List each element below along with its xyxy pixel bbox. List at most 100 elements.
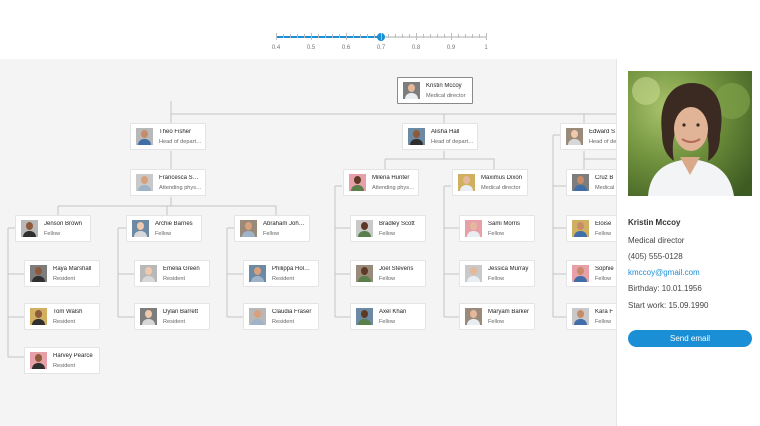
avatar <box>356 308 373 325</box>
node-title: Head of departm... <box>431 139 474 145</box>
org-node-maryam[interactable]: Maryam Barker Fellow <box>459 303 535 330</box>
org-node-claudia[interactable]: Claudia Fraser Resident <box>243 303 319 330</box>
zoom-major-tick <box>416 33 417 40</box>
zoom-minor-tick <box>374 34 375 38</box>
org-node-sami[interactable]: Sami Morris Fellow <box>459 215 535 242</box>
org-node-jenson[interactable]: Jenson Brown Fellow <box>15 215 91 242</box>
avatar <box>572 174 589 191</box>
zoom-minor-tick <box>339 34 340 38</box>
avatar-face <box>413 130 420 138</box>
zoom-minor-tick <box>304 34 305 38</box>
avatar-body <box>410 139 423 145</box>
zoom-slider[interactable]: 0.4 0.5 0.6 0.7 0.8 0.9 1 <box>266 26 496 56</box>
details-name: Kristin Mccoy <box>628 218 681 227</box>
avatar-body <box>32 363 45 369</box>
avatar <box>572 220 589 237</box>
avatar <box>21 220 38 237</box>
org-node-edward[interactable]: Edward S Head of de <box>560 123 616 150</box>
node-title: Fellow <box>488 276 505 282</box>
zoom-major-tick <box>311 33 312 40</box>
node-title: Fellow <box>595 276 612 282</box>
node-title: Attending physici... <box>159 185 202 191</box>
avatar-face <box>354 176 361 184</box>
node-name: Maryam Barker <box>488 309 530 315</box>
org-node-theo[interactable]: Theo Fisher Head of departm... <box>130 123 206 150</box>
zoom-minor-tick <box>332 34 333 38</box>
org-node-harvey[interactable]: Harvey Pearce Resident <box>24 347 100 374</box>
avatar <box>140 308 157 325</box>
node-title: Medical director <box>426 93 466 99</box>
avatar <box>403 82 420 99</box>
org-node-raya[interactable]: Raya Marshall Resident <box>24 260 100 287</box>
diagram-canvas[interactable]: Kristin Mccoy Medical director Theo Fisher… <box>0 59 616 426</box>
org-node-bradley[interactable]: Bradley Scott Fellow <box>350 215 426 242</box>
org-node-sophie[interactable]: Sophie Fellow <box>566 260 616 287</box>
org-node-jessica[interactable]: Jessica Murray Fellow <box>459 260 535 287</box>
avatar-face <box>470 222 477 230</box>
avatar-face <box>577 310 584 318</box>
node-name: Raya Marshall <box>53 266 92 272</box>
node-title: Fellow <box>44 231 61 237</box>
avatar-body <box>574 185 587 191</box>
org-node-emelia[interactable]: Emelia Green Resident <box>134 260 210 287</box>
org-node-kara[interactable]: Kara F Fellow <box>566 303 616 330</box>
avatar-face <box>245 222 252 230</box>
avatar-face <box>26 222 33 230</box>
avatar-body <box>138 185 151 191</box>
org-node-francesca[interactable]: Francesca Saued... Attending physici... <box>130 169 206 196</box>
org-node-tom[interactable]: Tom Walsh Resident <box>24 303 100 330</box>
node-name: Maximus Dixon <box>481 175 523 181</box>
avatar-face <box>571 130 578 138</box>
node-title: Medical d <box>595 185 616 191</box>
org-node-alisha[interactable]: Alisha Hall Head of departm... <box>402 123 478 150</box>
details-email-link[interactable]: kmccoy@gmail.com <box>628 268 700 277</box>
org-node-axel[interactable]: Axel Khan Fellow <box>350 303 426 330</box>
org-node-abraham[interactable]: Abraham Johnst... Fellow <box>234 215 310 242</box>
avatar-body <box>142 319 155 325</box>
org-node-eloise[interactable]: Eloise Fellow <box>566 215 616 242</box>
send-email-button[interactable]: Send email <box>628 330 752 347</box>
org-node-dylan[interactable]: Dylan Barrett Resident <box>134 303 210 330</box>
org-node-maximus[interactable]: Maximus Dixon Medical director <box>452 169 528 196</box>
avatar <box>30 308 47 325</box>
zoom-minor-tick <box>479 34 480 38</box>
org-node-joel[interactable]: Joel Stevens Fellow <box>350 260 426 287</box>
avatar-body <box>251 276 264 282</box>
avatar-face <box>577 267 584 275</box>
avatar-face <box>141 176 148 184</box>
org-node-kristin[interactable]: Kristin Mccoy Medical director <box>397 77 473 104</box>
org-node-milena[interactable]: Milena Hunter Attending physici... <box>343 169 419 196</box>
avatar-body <box>32 319 45 325</box>
avatar-body <box>574 231 587 237</box>
avatar <box>249 308 266 325</box>
avatar <box>249 265 266 282</box>
employee-details-panel: Kristin Mccoy Medical director (405) 555… <box>616 59 760 426</box>
org-node-philippa[interactable]: Philippa Holmes Resident <box>243 260 319 287</box>
org-node-cruz[interactable]: Cruz B Medical d <box>566 169 616 196</box>
avatar-face <box>145 267 152 275</box>
node-name: Archie Barnes <box>155 221 193 227</box>
zoom-minor-tick <box>423 34 424 38</box>
avatar-body <box>467 231 480 237</box>
avatar <box>566 128 583 145</box>
zoom-major-tick <box>346 33 347 40</box>
node-name: Cruz B <box>595 175 614 181</box>
node-name: Dylan Barrett <box>163 309 199 315</box>
org-node-archie[interactable]: Archie Barnes Fellow <box>126 215 202 242</box>
avatar-face <box>470 267 477 275</box>
avatar-face <box>470 310 477 318</box>
node-title: Head of de <box>589 139 616 145</box>
node-name: Jessica Murray <box>488 266 529 272</box>
node-name: Kristin Mccoy <box>426 83 462 89</box>
node-title: Fellow <box>379 276 396 282</box>
avatar-body <box>142 276 155 282</box>
node-name: Harvey Pearce <box>53 353 93 359</box>
node-title: Resident <box>163 276 186 282</box>
zoom-major-tick <box>451 33 452 40</box>
avatar-body <box>460 185 473 191</box>
node-name: Francesca Saued... <box>159 175 202 181</box>
details-phone: (405) 555-0128 <box>628 252 683 261</box>
avatar-face <box>408 84 415 92</box>
avatar <box>30 265 47 282</box>
zoom-minor-tick <box>444 34 445 38</box>
